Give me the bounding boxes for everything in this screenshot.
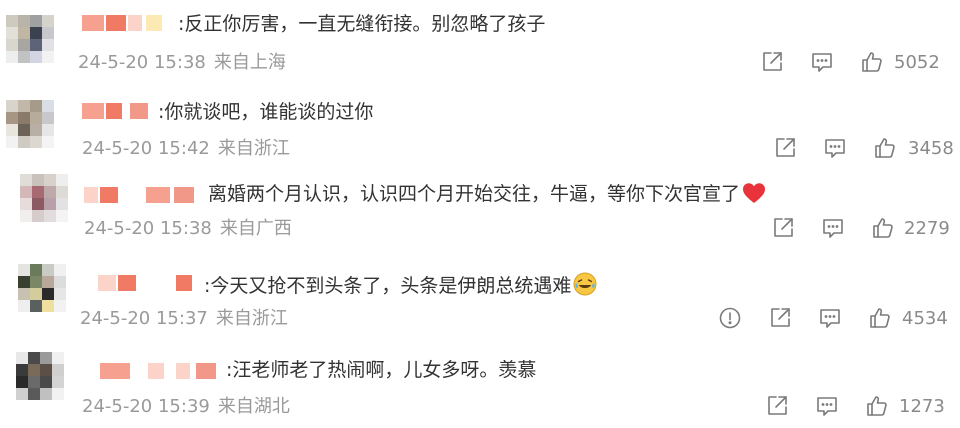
comment-text: 离婚两个月认识，认识四个月开始交往，牛逼，等你下次官宣了 bbox=[208, 182, 766, 206]
share-icon[interactable] bbox=[760, 50, 784, 74]
comment-text: :你就谈吧，谁能谈的过你 bbox=[158, 101, 374, 123]
reply-icon[interactable] bbox=[815, 394, 839, 418]
comment-text: :今天又抢不到头条了，头条是伊朗总统遇难 bbox=[204, 272, 597, 298]
avatar[interactable] bbox=[18, 264, 66, 312]
comment-item: :汪老师老了热闹啊，儿女多呀。羡慕 24-5-20 15:39 来自湖北 1273 bbox=[0, 342, 960, 428]
comment-meta: 24-5-20 15:38 来自广西 bbox=[84, 218, 292, 240]
reply-icon[interactable] bbox=[823, 136, 847, 160]
comment-date: 24-5-20 15:37 bbox=[80, 308, 208, 329]
like-icon[interactable] bbox=[871, 216, 895, 240]
username-blurred[interactable] bbox=[82, 12, 178, 34]
comment-item: :今天又抢不到头条了，头条是伊朗总统遇难 24-5-20 15:37 来自浙江 4… bbox=[0, 256, 960, 342]
reply-icon[interactable] bbox=[818, 306, 842, 330]
comment-location: 来自广西 bbox=[219, 218, 292, 239]
comment-location: 来自浙江 bbox=[217, 138, 290, 159]
comment-location: 来自浙江 bbox=[215, 308, 288, 329]
comment-text: :汪老师老了热闹啊，儿女多呀。羡慕 bbox=[226, 359, 537, 381]
comment-location: 来自上海 bbox=[213, 52, 286, 73]
laugh-cry-emoji bbox=[573, 272, 597, 296]
comment-item: 离婚两个月认识，认识四个月开始交往，牛逼，等你下次官宣了 24-5-20 15:… bbox=[0, 170, 960, 256]
reply-icon[interactable] bbox=[810, 50, 834, 74]
share-icon[interactable] bbox=[773, 136, 797, 160]
comment-text-body: :今天又抢不到头条了，头条是伊朗总统遇难 bbox=[204, 275, 572, 297]
comment-date: 24-5-20 15:38 bbox=[84, 218, 212, 239]
report-icon[interactable] bbox=[718, 306, 742, 330]
username-blurred[interactable] bbox=[82, 100, 158, 122]
like-count: 5052 bbox=[894, 52, 940, 73]
comment-meta: 24-5-20 15:39 来自湖北 bbox=[82, 396, 290, 418]
username-blurred[interactable] bbox=[100, 360, 226, 382]
like-count: 3458 bbox=[908, 138, 954, 159]
like-icon[interactable] bbox=[873, 136, 897, 160]
username-blurred[interactable] bbox=[98, 272, 204, 294]
comment-meta: 24-5-20 15:37 来自浙江 bbox=[80, 308, 288, 330]
comment-meta: 24-5-20 15:38 来自上海 bbox=[78, 52, 286, 74]
comment-item: :反正你厉害，一直无缝衔接。别忽略了孩子 24-5-20 15:38 来自上海 5… bbox=[0, 0, 960, 86]
avatar[interactable] bbox=[6, 15, 54, 63]
like-count: 4534 bbox=[902, 308, 948, 329]
avatar[interactable] bbox=[16, 352, 64, 400]
comment-date: 24-5-20 15:42 bbox=[82, 138, 210, 159]
comment-text-body: 离婚两个月认识，认识四个月开始交往，牛逼，等你下次官宣了 bbox=[208, 183, 741, 205]
like-count: 1273 bbox=[899, 396, 945, 417]
heart-emoji bbox=[743, 183, 766, 203]
comment-date: 24-5-20 15:39 bbox=[82, 396, 210, 417]
avatar[interactable] bbox=[20, 174, 68, 222]
comment-date: 24-5-20 15:38 bbox=[78, 52, 206, 73]
comment-location: 来自湖北 bbox=[217, 396, 290, 417]
comment-text: :反正你厉害，一直无缝衔接。别忽略了孩子 bbox=[178, 13, 546, 35]
comment-meta: 24-5-20 15:42 来自浙江 bbox=[82, 138, 290, 160]
like-icon[interactable] bbox=[860, 50, 884, 74]
share-icon[interactable] bbox=[771, 216, 795, 240]
comment-item: :你就谈吧，谁能谈的过你 24-5-20 15:42 来自浙江 3458 bbox=[0, 86, 960, 172]
like-icon[interactable] bbox=[868, 306, 892, 330]
share-icon[interactable] bbox=[765, 394, 789, 418]
share-icon[interactable] bbox=[768, 306, 792, 330]
reply-icon[interactable] bbox=[821, 216, 845, 240]
avatar[interactable] bbox=[6, 100, 54, 148]
like-icon[interactable] bbox=[865, 394, 889, 418]
username-blurred[interactable] bbox=[84, 184, 208, 206]
like-count: 2279 bbox=[904, 218, 950, 239]
